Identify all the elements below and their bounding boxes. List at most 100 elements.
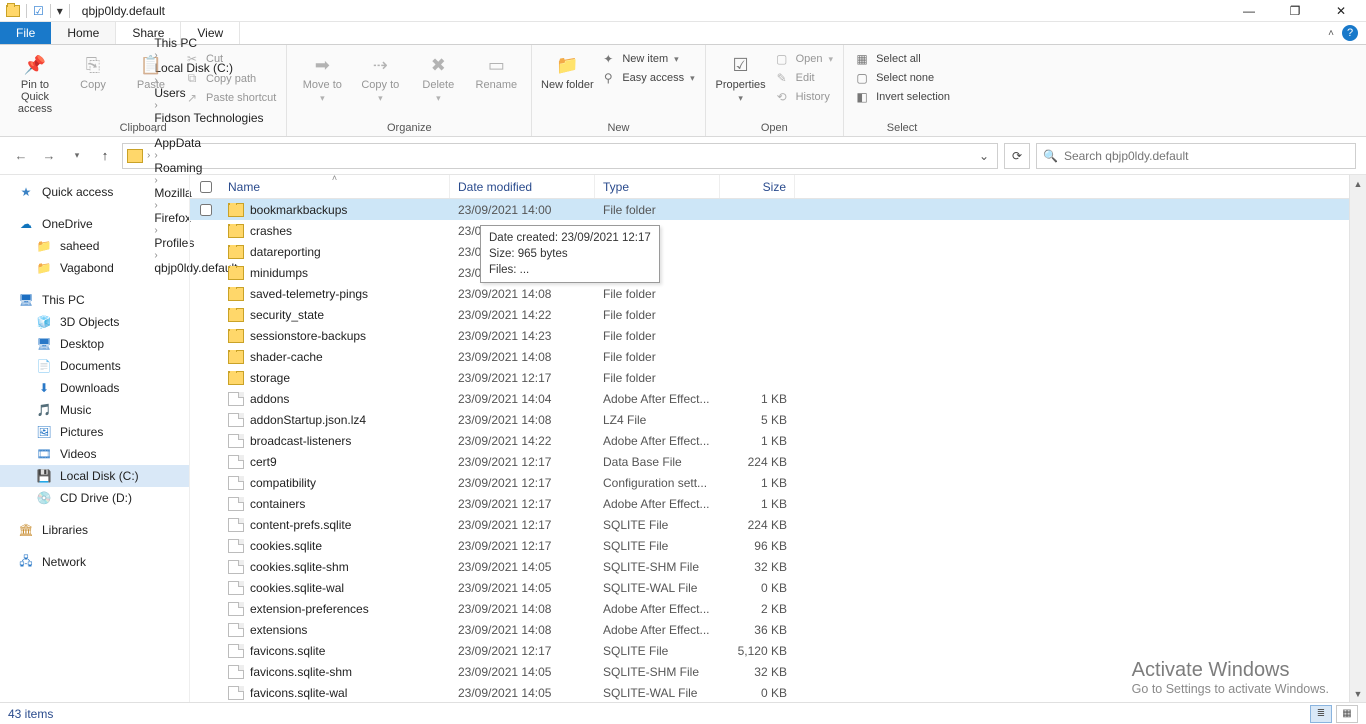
refresh-button[interactable]: ⟳ <box>1004 143 1030 169</box>
file-row[interactable]: saved-telemetry-pings23/09/2021 14:08Fil… <box>190 283 1349 304</box>
file-name: extensions <box>250 623 307 637</box>
file-row[interactable]: security_state23/09/2021 14:22File folde… <box>190 304 1349 325</box>
nav-onedrive-item[interactable]: 📁saheed <box>0 235 189 257</box>
vertical-scrollbar[interactable]: ▲ ▼ <box>1349 175 1366 702</box>
scroll-down-icon[interactable]: ▼ <box>1350 685 1366 702</box>
quickaccess-check-icon[interactable]: ☑ <box>33 4 44 18</box>
new-item-button[interactable]: ✦New item ▾ <box>596 51 698 67</box>
file-row[interactable]: crashes23/09/2021 14:06File folder <box>190 220 1349 241</box>
file-row[interactable]: sessionstore-backups23/09/2021 14:23File… <box>190 325 1349 346</box>
cut-button[interactable]: ✂Cut <box>180 51 280 67</box>
nav-pc-item[interactable]: 🖥Desktop <box>0 333 189 355</box>
nav-pc-item[interactable]: 🎞Videos <box>0 443 189 465</box>
file-row[interactable]: content-prefs.sqlite23/09/2021 12:17SQLI… <box>190 514 1349 535</box>
file-row[interactable]: favicons.sqlite23/09/2021 12:17SQLITE Fi… <box>190 640 1349 661</box>
nav-onedrive-item[interactable]: 📁Vagabond <box>0 257 189 279</box>
recent-dropdown[interactable]: ▾ <box>66 145 88 167</box>
nav-pc-item[interactable]: 🧊3D Objects <box>0 311 189 333</box>
breadcrumb-item[interactable]: Fidson Technologies <box>154 111 263 125</box>
breadcrumb-item[interactable]: This PC <box>154 36 263 50</box>
column-date[interactable]: Date modified <box>450 175 595 198</box>
file-row[interactable]: favicons.sqlite-shm23/09/2021 14:05SQLIT… <box>190 661 1349 682</box>
history-button[interactable]: ⟲History <box>770 89 837 105</box>
file-row[interactable]: favicons.sqlite-wal23/09/2021 14:05SQLIT… <box>190 682 1349 703</box>
search-input[interactable] <box>1064 149 1349 163</box>
search-box[interactable]: 🔍 <box>1036 143 1356 169</box>
file-row[interactable]: cookies.sqlite-shm23/09/2021 14:05SQLITE… <box>190 556 1349 577</box>
nav-pc-item[interactable]: 🎵Music <box>0 399 189 421</box>
invert-selection-button[interactable]: ◧Invert selection <box>850 89 954 105</box>
new-folder-button[interactable]: 📁New folder <box>538 49 596 91</box>
delete-button[interactable]: ✖Delete▾ <box>409 49 467 104</box>
help-icon[interactable]: ? <box>1342 25 1358 41</box>
back-button[interactable]: ← <box>10 145 32 167</box>
nav-this-pc[interactable]: 🖥This PC <box>0 289 189 311</box>
rename-button[interactable]: ▭Rename <box>467 49 525 91</box>
maximize-button[interactable]: ❐ <box>1272 0 1318 22</box>
select-all-checkbox[interactable] <box>200 181 212 193</box>
file-row[interactable]: extensions23/09/2021 14:08Adobe After Ef… <box>190 619 1349 640</box>
nav-pc-item[interactable]: ⬇Downloads <box>0 377 189 399</box>
breadcrumb-item[interactable]: AppData <box>154 136 263 150</box>
copy-button[interactable]: ⎘ Copy <box>64 49 122 91</box>
pin-to-quickaccess-button[interactable]: 📌 Pin to Quick access <box>6 49 64 115</box>
scroll-up-icon[interactable]: ▲ <box>1350 175 1366 192</box>
up-button[interactable]: ↑ <box>94 145 116 167</box>
onedrive-icon: ☁ <box>18 217 34 231</box>
file-row[interactable]: shader-cache23/09/2021 14:08File folder <box>190 346 1349 367</box>
move-to-button[interactable]: ➡Move to▾ <box>293 49 351 104</box>
file-row[interactable]: minidumps23/09/2021 12:17File folder <box>190 262 1349 283</box>
paste-button[interactable]: 📋 Paste <box>122 49 180 91</box>
nav-libraries[interactable]: 🏛Libraries <box>0 519 189 541</box>
file-row[interactable]: datareporting23/09/2021 14:19File folder <box>190 241 1349 262</box>
nav-onedrive[interactable]: ☁OneDrive <box>0 213 189 235</box>
file-row[interactable]: broadcast-listeners23/09/2021 14:22Adobe… <box>190 430 1349 451</box>
select-none-button[interactable]: ▢Select none <box>850 70 954 86</box>
column-name[interactable]: Name˄ <box>220 175 450 198</box>
file-icon <box>228 476 244 490</box>
row-checkbox[interactable] <box>200 204 212 216</box>
file-row[interactable]: containers23/09/2021 12:17Adobe After Ef… <box>190 493 1349 514</box>
file-row[interactable]: cert923/09/2021 12:17Data Base File224 K… <box>190 451 1349 472</box>
view-large-icons-button[interactable]: ▦ <box>1336 705 1358 723</box>
nav-network[interactable]: 🖧Network <box>0 551 189 573</box>
easy-access-button[interactable]: ⚲Easy access ▾ <box>596 70 698 86</box>
select-all-button[interactable]: ▦Select all <box>850 51 954 67</box>
file-date: 23/09/2021 14:05 <box>450 581 595 595</box>
view-details-button[interactable]: ≣ <box>1310 705 1332 723</box>
nav-pc-item[interactable]: 🖼Pictures <box>0 421 189 443</box>
breadcrumb-item[interactable]: Roaming <box>154 161 263 175</box>
nav-quick-access[interactable]: ★Quick access <box>0 181 189 203</box>
tab-file[interactable]: File <box>0 22 51 44</box>
history-icon: ⟲ <box>774 90 790 104</box>
file-row[interactable]: storage23/09/2021 12:17File folder <box>190 367 1349 388</box>
drive-icon: 🖥 <box>36 337 52 351</box>
forward-button[interactable]: → <box>38 145 60 167</box>
edit-button[interactable]: ✎Edit <box>770 70 837 86</box>
file-row[interactable]: cookies.sqlite23/09/2021 12:17SQLITE Fil… <box>190 535 1349 556</box>
breadcrumb-bar[interactable]: › This PC›Local Disk (C:)›Users›Fidson T… <box>122 143 998 169</box>
open-button[interactable]: ▢Open ▾ <box>770 51 837 67</box>
paste-shortcut-button[interactable]: ↗Paste shortcut <box>180 90 280 106</box>
minimize-button[interactable]: — <box>1226 0 1272 22</box>
file-row[interactable]: extension-preferences23/09/2021 14:08Ado… <box>190 598 1349 619</box>
properties-button[interactable]: ☑Properties▾ <box>712 49 770 104</box>
folder-icon <box>228 308 244 322</box>
column-type[interactable]: Type <box>595 175 720 198</box>
file-row[interactable]: compatibility23/09/2021 12:17Configurati… <box>190 472 1349 493</box>
quickaccess-dropdown-icon[interactable]: ▾ <box>57 4 63 18</box>
nav-pc-item[interactable]: 📄Documents <box>0 355 189 377</box>
copy-path-button[interactable]: ⧉Copy path <box>180 70 280 87</box>
file-row[interactable]: bookmarkbackups23/09/2021 14:00File fold… <box>190 199 1349 220</box>
close-button[interactable]: ✕ <box>1318 0 1364 22</box>
column-size[interactable]: Size <box>720 175 795 198</box>
address-dropdown-icon[interactable]: ⌄ <box>975 149 993 163</box>
file-row[interactable]: addons23/09/2021 14:04Adobe After Effect… <box>190 388 1349 409</box>
nav-pc-item[interactable]: 💿CD Drive (D:) <box>0 487 189 509</box>
file-row[interactable]: addonStartup.json.lz423/09/2021 14:08LZ4… <box>190 409 1349 430</box>
file-row[interactable]: cookies.sqlite-wal23/09/2021 14:05SQLITE… <box>190 577 1349 598</box>
collapse-ribbon-icon[interactable]: ˄ <box>1328 28 1334 39</box>
copy-to-button[interactable]: ⇢Copy to▾ <box>351 49 409 104</box>
tab-home[interactable]: Home <box>51 22 116 44</box>
nav-pc-item[interactable]: 💾Local Disk (C:) <box>0 465 189 487</box>
